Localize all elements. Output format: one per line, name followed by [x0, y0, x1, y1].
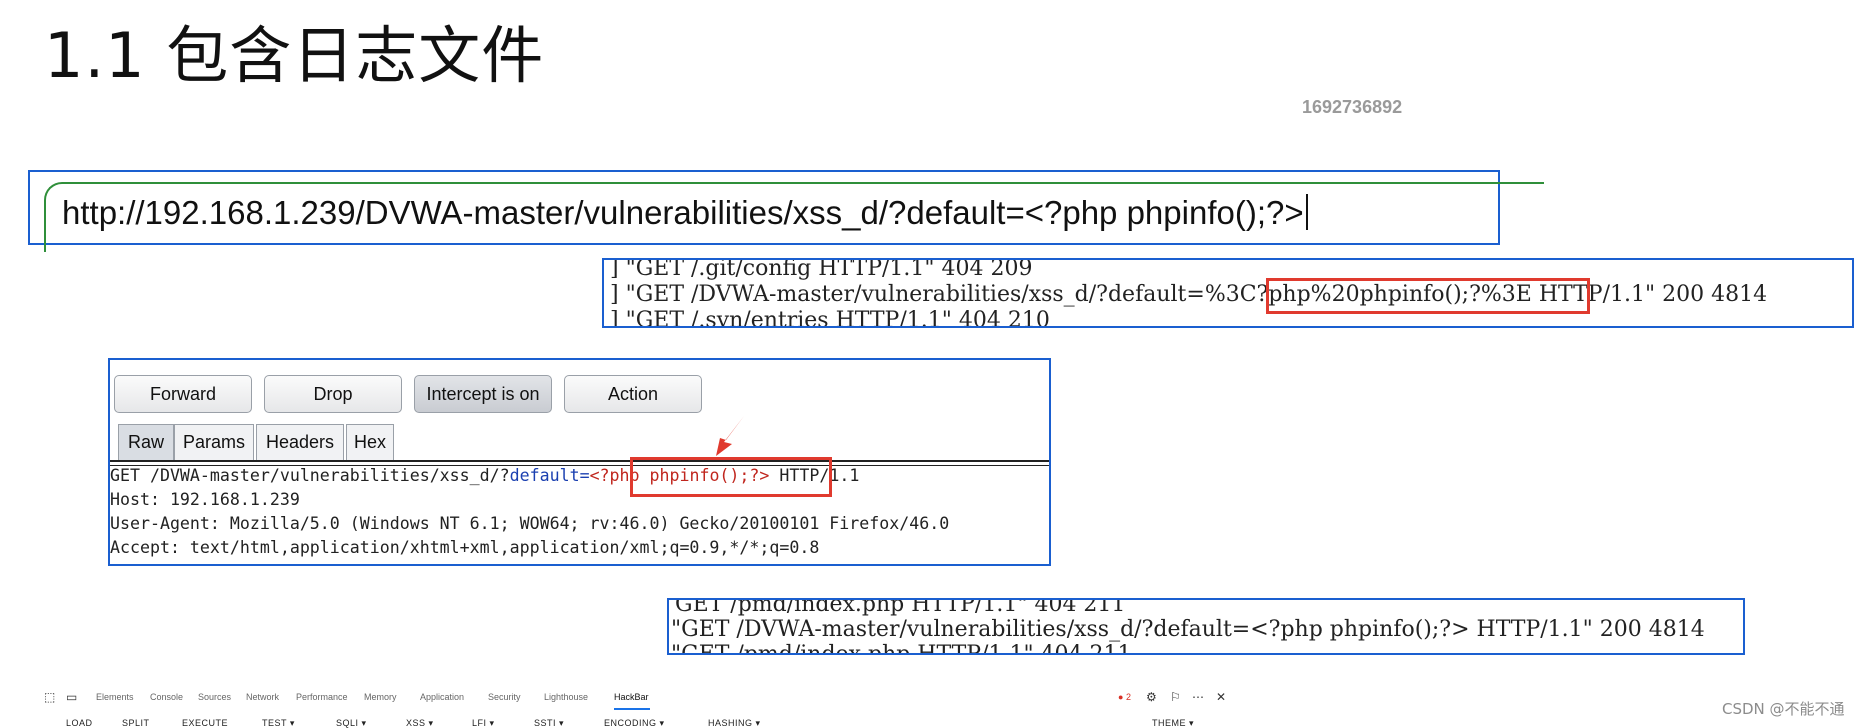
tab-console[interactable]: Console	[150, 692, 183, 702]
intercept-toggle-button[interactable]: Intercept is on	[414, 375, 552, 413]
url-input[interactable]: http://192.168.1.239/DVWA-master/vulnera…	[62, 194, 1308, 232]
red-arrow-icon	[716, 416, 744, 456]
tab-network[interactable]: Network	[246, 692, 279, 702]
device-toolbar-icon[interactable]: ▭	[66, 690, 77, 704]
divider	[110, 460, 1049, 462]
tab-application[interactable]: Application	[420, 692, 464, 702]
error-count-badge[interactable]: ● 2	[1118, 692, 1131, 702]
tab-lighthouse[interactable]: Lighthouse	[544, 692, 588, 702]
request-header-host: Host: 192.168.1.239	[110, 490, 300, 509]
hackbar-split-button[interactable]: SPLIT	[122, 718, 150, 728]
log-line: ] "GET /.svn/entries HTTP/1.1" 404 210	[610, 308, 1050, 328]
highlight-box	[1266, 278, 1590, 314]
tab-raw[interactable]: Raw	[118, 424, 174, 460]
burp-intercept-panel: Forward Drop Intercept is on Action Raw …	[108, 358, 1051, 566]
hackbar-test-menu[interactable]: TEST ▾	[262, 718, 295, 728]
id-watermark: 1692736892	[1302, 97, 1403, 117]
hackbar-hashing-menu[interactable]: HASHING ▾	[708, 718, 761, 728]
text-caret	[1305, 194, 1308, 230]
footer-credit: CSDN @不能不通	[1722, 700, 1845, 718]
log-line: ] "GET /DVWA-master/vulnerabilities/xss_…	[610, 282, 1768, 307]
log-line: "GET /pmd/index.php HTTP/1.1" 404 211	[671, 642, 1132, 655]
slide-title: 1.1 包含日志文件	[44, 19, 545, 92]
gear-icon[interactable]: ⚙	[1146, 690, 1157, 704]
request-header-user-agent: User-Agent: Mozilla/5.0 (Windows NT 6.1;…	[110, 514, 950, 533]
hackbar-encoding-menu[interactable]: ENCODING ▾	[604, 718, 665, 728]
more-options-icon[interactable]: ⋯	[1192, 690, 1204, 704]
log-line: "GET /DVWA-master/vulnerabilities/xss_d/…	[671, 617, 1705, 642]
hackbar-sqli-menu[interactable]: SQLI ▾	[336, 718, 367, 728]
highlight-box	[630, 457, 832, 497]
drop-button[interactable]: Drop	[264, 375, 402, 413]
request-header-accept: Accept: text/html,application/xhtml+xml,…	[110, 538, 820, 557]
active-tab-indicator	[614, 708, 650, 710]
action-button[interactable]: Action	[564, 375, 702, 413]
tab-elements[interactable]: Elements	[96, 692, 134, 702]
log-line: GET /pmd/index.php HTTP/1.1" 404 211	[675, 598, 1126, 617]
url-bar-frame: http://192.168.1.239/DVWA-master/vulnera…	[28, 170, 1544, 252]
url-value: http://192.168.1.239/DVWA-master/vulnera…	[62, 194, 1304, 231]
hackbar-theme-menu[interactable]: THEME ▾	[1152, 718, 1194, 728]
tab-params[interactable]: Params	[174, 424, 254, 460]
access-log-encoded: ] "GET /.git/config HTTP/1.1" 404 209 ] …	[602, 258, 1854, 328]
hackbar-xss-menu[interactable]: XSS ▾	[406, 718, 434, 728]
access-log-raw: GET /pmd/index.php HTTP/1.1" 404 211 "GE…	[667, 598, 1745, 655]
inspect-icon[interactable]: ⬚	[44, 690, 55, 704]
forward-button[interactable]: Forward	[114, 375, 252, 413]
hackbar-load-button[interactable]: LOAD	[66, 718, 93, 728]
hackbar-execute-button[interactable]: EXECUTE	[182, 718, 228, 728]
tab-hex[interactable]: Hex	[346, 424, 394, 460]
tab-sources[interactable]: Sources	[198, 692, 231, 702]
tab-memory[interactable]: Memory	[364, 692, 397, 702]
log-line: ] "GET /.git/config HTTP/1.1" 404 209	[610, 258, 1033, 281]
tab-headers[interactable]: Headers	[256, 424, 344, 460]
tab-performance[interactable]: Performance	[296, 692, 348, 702]
close-icon[interactable]: ✕	[1216, 690, 1226, 704]
hackbar-lfi-menu[interactable]: LFI ▾	[472, 718, 495, 728]
tab-security[interactable]: Security	[488, 692, 521, 702]
tab-hackbar[interactable]: HackBar	[614, 692, 649, 702]
hackbar-ssti-menu[interactable]: SSTI ▾	[534, 718, 564, 728]
feedback-icon[interactable]: ⚐	[1170, 690, 1181, 704]
